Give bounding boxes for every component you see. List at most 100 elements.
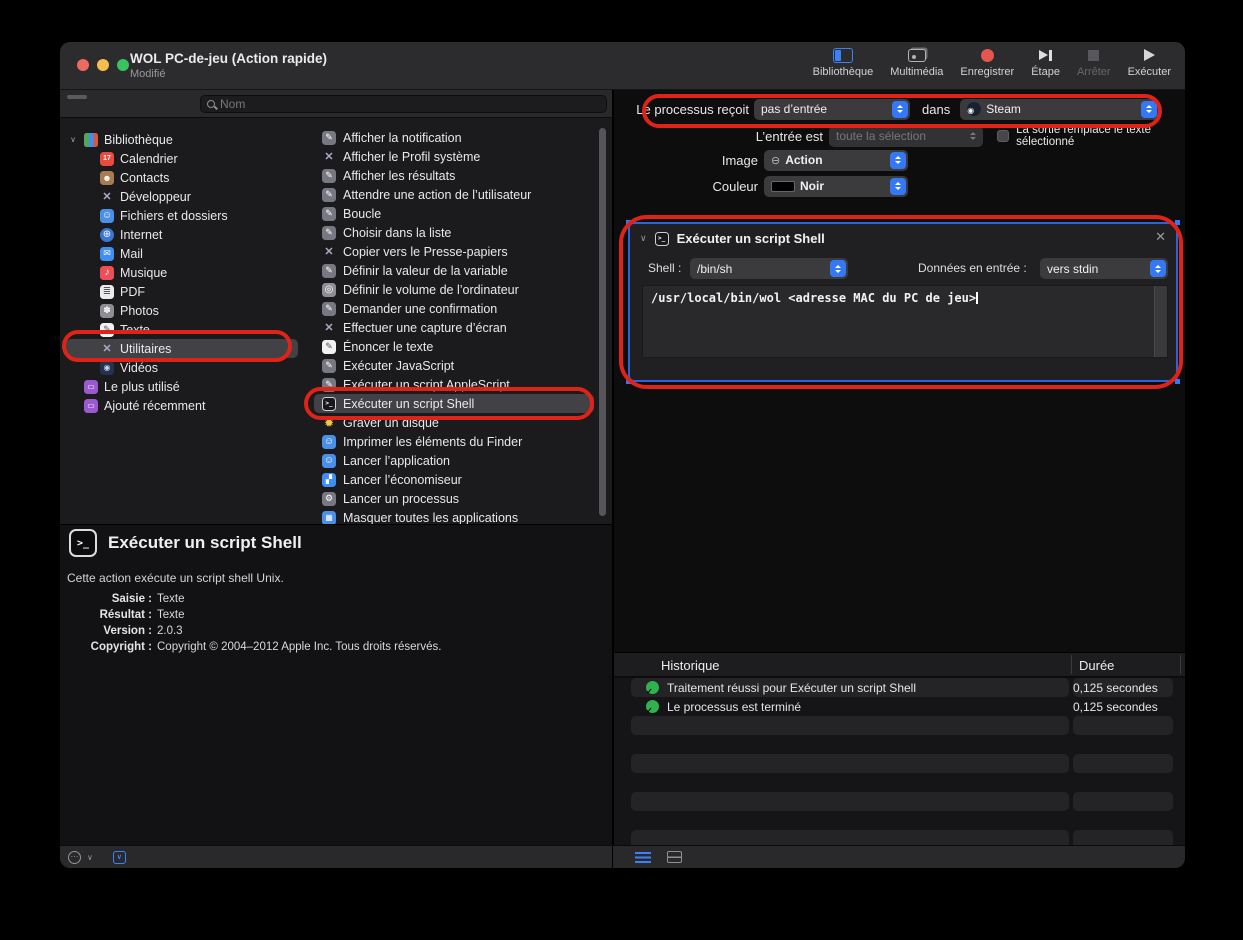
- image-dropdown[interactable]: Action: [764, 150, 908, 171]
- history-row[interactable]: [614, 754, 1185, 773]
- action-list-item[interactable]: Définir la valeur de la variable: [308, 261, 608, 280]
- run-options-icon[interactable]: [68, 851, 81, 864]
- action-list-item[interactable]: Afficher les résultats: [308, 166, 608, 185]
- toolbar-button[interactable]: Étape: [1031, 46, 1060, 78]
- action-list-item[interactable]: Imprimer les éléments du Finder: [308, 432, 608, 451]
- sidebar-item[interactable]: Texte: [60, 320, 308, 339]
- action-list-item[interactable]: Énoncer le texte: [308, 337, 608, 356]
- sidebar-item[interactable]: Ajouté récemment: [60, 396, 308, 415]
- sidebar-item[interactable]: Calendrier: [60, 149, 308, 168]
- action-list-item[interactable]: Afficher le Profil système: [308, 147, 608, 166]
- action-list-item[interactable]: Afficher la notification: [308, 128, 608, 147]
- sidebar-item[interactable]: Développeur: [60, 187, 308, 206]
- collapse-chevron-icon[interactable]: ∨: [640, 233, 647, 244]
- dropdown-value: toute la sélection: [836, 129, 926, 143]
- action-list-item[interactable]: Lancer un processus: [308, 489, 608, 508]
- column-divider: [1071, 655, 1072, 674]
- variables-panel-icon[interactable]: [113, 851, 126, 864]
- history-row-duration: [1073, 716, 1173, 735]
- history-row[interactable]: Le processus est terminé 0,125 secondes: [614, 697, 1185, 716]
- action-list-item[interactable]: Lancer l’économiseur: [308, 470, 608, 489]
- action-item-label: Boucle: [343, 207, 381, 221]
- color-dropdown[interactable]: Noir: [764, 176, 908, 197]
- sidebar-item-label: Texte: [120, 323, 150, 337]
- sidebar-item[interactable]: Internet: [60, 225, 308, 244]
- sidebar-item[interactable]: Mail: [60, 244, 308, 263]
- stepper-icon: [890, 178, 906, 195]
- input-data-dropdown[interactable]: vers stdin: [1040, 258, 1168, 279]
- sidebar-item[interactable]: Photos: [60, 301, 308, 320]
- history-row[interactable]: [614, 792, 1185, 811]
- sidebar-item[interactable]: Utilitaires: [66, 339, 298, 358]
- action-list-item[interactable]: Exécuter un script Shell: [314, 394, 594, 413]
- log-list-icon[interactable]: [635, 852, 651, 863]
- library-tab[interactable]: [67, 95, 87, 99]
- action-list-item[interactable]: Graver un disque: [308, 413, 608, 432]
- close-window-button[interactable]: [77, 59, 89, 71]
- sidebar-item-label: Calendrier: [120, 152, 178, 166]
- minimize-window-button[interactable]: [97, 59, 109, 71]
- image-label: Image: [614, 153, 758, 168]
- history-row[interactable]: [614, 735, 1185, 754]
- history-title: Historique: [661, 658, 720, 673]
- sidebar-item[interactable]: Vidéos: [60, 358, 308, 377]
- action-list-item[interactable]: Choisir dans la liste: [308, 223, 608, 242]
- workflow-panel: Le processus reçoit pas d’entrée dans St…: [613, 90, 1185, 845]
- terminal-icon: >_: [69, 529, 97, 557]
- sidebar-item[interactable]: PDF: [60, 282, 308, 301]
- sidebar-item-label: Contacts: [120, 171, 169, 185]
- action-list-item[interactable]: Masquer toutes les applications: [308, 508, 608, 524]
- action-list-item[interactable]: Exécuter un script AppleScript: [308, 375, 608, 394]
- toolbar-button[interactable]: Enregistrer: [960, 46, 1014, 78]
- sidebar-item[interactable]: Bibliothèque: [60, 130, 308, 149]
- history-row-text: Le processus est terminé: [667, 700, 801, 714]
- sidebar-item[interactable]: Fichiers et dossiers: [60, 206, 308, 225]
- history-row[interactable]: Traitement réussi pour Exécuter un scrip…: [614, 678, 1185, 697]
- action-list-scrollbar[interactable]: [599, 128, 606, 516]
- close-action-icon[interactable]: ✕: [1155, 229, 1166, 245]
- sidebar-item-label: Photos: [120, 304, 159, 318]
- run-icon: [1144, 49, 1155, 61]
- sidebar-item-label: Internet: [120, 228, 162, 242]
- search-input[interactable]: [220, 97, 600, 111]
- action-list-item[interactable]: Lancer l’application: [308, 451, 608, 470]
- toolbar-button[interactable]: Arrêter: [1077, 46, 1111, 78]
- script-editor[interactable]: /usr/local/bin/wol <adresse MAC du PC de…: [642, 285, 1168, 358]
- color-label: Couleur: [614, 179, 758, 194]
- replace-text-checkbox[interactable]: [997, 130, 1009, 142]
- sidebar-item[interactable]: Contacts: [60, 168, 308, 187]
- sidebar-item-label: Vidéos: [120, 361, 158, 375]
- sidebar-item-label: Fichiers et dossiers: [120, 209, 228, 223]
- selection-handle: [626, 379, 631, 384]
- toolbar-button[interactable]: Multimédia: [890, 46, 943, 78]
- shell-script-action-block[interactable]: ∨ Exécuter un script Shell ✕ Shell : /bi…: [628, 222, 1178, 382]
- history-row[interactable]: [614, 811, 1185, 830]
- action-list-item[interactable]: Définir le volume de l’ordinateur: [308, 280, 608, 299]
- selection-dropdown: toute la sélection: [829, 126, 983, 147]
- workflow-panes-icon[interactable]: [667, 851, 682, 863]
- action-list-item[interactable]: Effectuer une capture d’écran: [308, 318, 608, 337]
- script-scrollbar[interactable]: [1154, 286, 1167, 357]
- duration-column-header[interactable]: Durée: [1079, 658, 1114, 673]
- library-tab[interactable]: [91, 95, 111, 99]
- action-list-item[interactable]: Exécuter JavaScript: [308, 356, 608, 375]
- toolbar-button[interactable]: Exécuter: [1128, 46, 1171, 78]
- action-list-item[interactable]: Attendre une action de l’utilisateur: [308, 185, 608, 204]
- toolbar-button[interactable]: Bibliothèque: [813, 46, 874, 78]
- disclosure-chevron-icon[interactable]: [68, 135, 78, 144]
- history-row[interactable]: [614, 830, 1185, 845]
- sidebar-item[interactable]: Musique: [60, 263, 308, 282]
- process-input-dropdown[interactable]: pas d’entrée: [754, 99, 910, 120]
- history-row[interactable]: [614, 716, 1185, 735]
- sidebar-item[interactable]: Le plus utilisé: [60, 377, 308, 396]
- search-field[interactable]: [200, 95, 607, 113]
- action-list-item[interactable]: Copier vers le Presse-papiers: [308, 242, 608, 261]
- folder-icon: [84, 380, 98, 394]
- shell-dropdown[interactable]: /bin/sh: [690, 258, 848, 279]
- action-list-item[interactable]: Demander une confirmation: [308, 299, 608, 318]
- action-list-item[interactable]: Boucle: [308, 204, 608, 223]
- zoom-window-button[interactable]: [117, 59, 129, 71]
- info-fields: Saisie : Texte Résultat : Texte Version …: [60, 591, 441, 655]
- history-row[interactable]: [614, 773, 1185, 792]
- target-app-dropdown[interactable]: Steam: [960, 99, 1159, 120]
